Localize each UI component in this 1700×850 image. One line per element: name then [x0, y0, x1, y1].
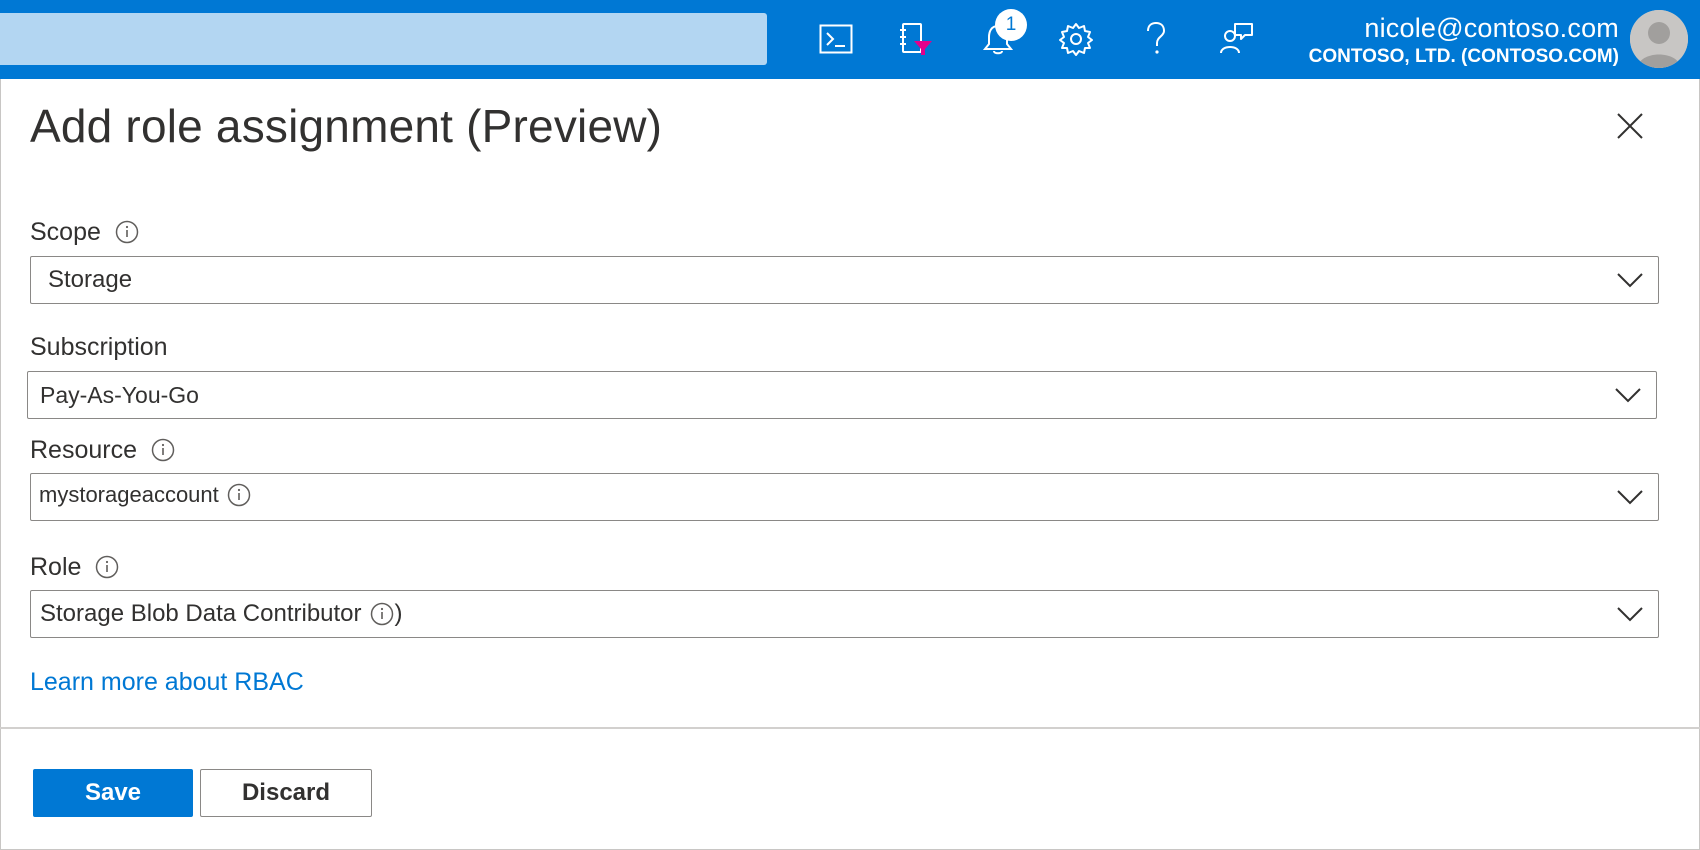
info-icon[interactable]: [95, 555, 119, 579]
feedback-icon[interactable]: [1213, 16, 1259, 62]
save-button[interactable]: Save: [33, 769, 193, 817]
help-icon[interactable]: [1133, 16, 1179, 62]
role-value: Storage Blob Data Contributor: [40, 600, 362, 627]
top-bar: 1 nicole@contoso.com CONTOSO, LTD. (CONT…: [0, 0, 1700, 79]
cloud-shell-icon[interactable]: [813, 16, 859, 62]
close-button[interactable]: [1608, 104, 1652, 148]
subscription-label: Subscription: [30, 332, 168, 362]
footer-divider: [0, 727, 1700, 729]
info-icon[interactable]: [151, 438, 175, 462]
page-title: Add role assignment (Preview): [30, 100, 663, 152]
scope-label-text: Scope: [30, 218, 101, 246]
gear-icon[interactable]: [1053, 16, 1099, 62]
close-icon: [1617, 113, 1643, 139]
resource-label: Resource: [30, 435, 175, 465]
role-label-text: Role: [30, 553, 82, 581]
account-info[interactable]: nicole@contoso.com CONTOSO, LTD. (CONTOS…: [1309, 12, 1619, 69]
scope-label: Scope: [30, 217, 139, 247]
resource-label-text: Resource: [30, 436, 137, 464]
info-icon[interactable]: [227, 483, 251, 507]
role-label: Role: [30, 552, 119, 582]
notification-badge: 1: [995, 9, 1027, 41]
discard-button[interactable]: Discard: [200, 769, 372, 817]
info-icon[interactable]: [370, 602, 394, 626]
directory-filter-icon[interactable]: [893, 16, 939, 62]
subscription-value: Pay-As-You-Go: [40, 381, 199, 408]
resource-value-wrap: mystorageaccount: [39, 482, 251, 508]
chevron-down-icon: [1616, 604, 1644, 629]
chevron-down-icon: [1616, 487, 1644, 512]
info-icon[interactable]: [115, 220, 139, 244]
resource-value: mystorageaccount: [39, 482, 219, 507]
search-input[interactable]: [0, 13, 767, 65]
scope-dropdown[interactable]: Storage: [30, 256, 1659, 304]
role-value-trailing: ): [394, 600, 403, 627]
account-email: nicole@contoso.com: [1364, 13, 1619, 43]
subscription-label-text: Subscription: [30, 333, 168, 361]
learn-more-rbac-link[interactable]: Learn more about RBAC: [30, 668, 304, 697]
chevron-down-icon: [1616, 270, 1644, 295]
avatar[interactable]: [1630, 10, 1688, 68]
subscription-dropdown[interactable]: Pay-As-You-Go: [27, 371, 1657, 419]
account-tenant: CONTOSO, LTD. (CONTOSO.COM): [1308, 46, 1619, 67]
chevron-down-icon: [1614, 385, 1642, 410]
role-dropdown[interactable]: Storage Blob Data Contributor ): [30, 590, 1659, 638]
scope-value: Storage: [48, 266, 133, 293]
resource-dropdown[interactable]: mystorageaccount: [30, 473, 1659, 521]
role-value-wrap: Storage Blob Data Contributor ): [40, 600, 403, 628]
